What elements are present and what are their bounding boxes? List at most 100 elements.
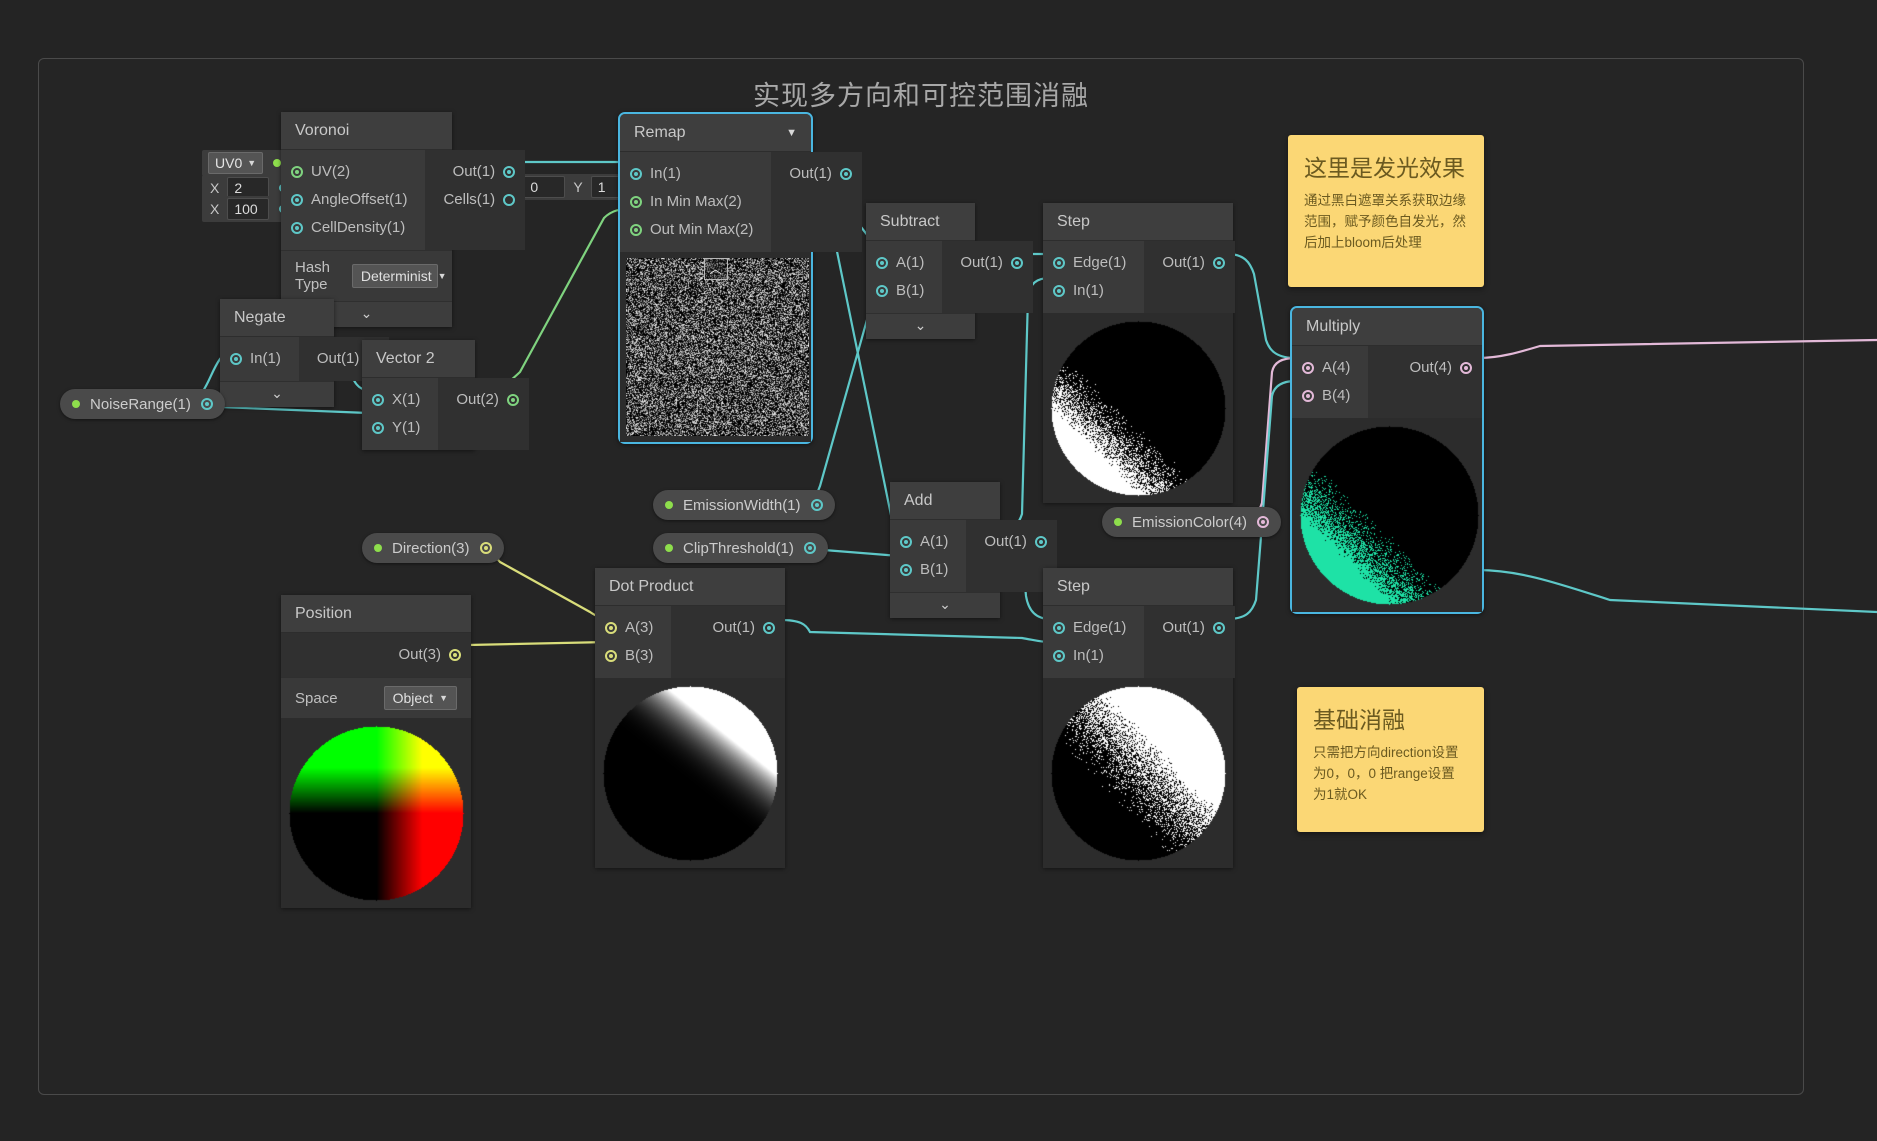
node-preview[interactable] — [1292, 418, 1482, 612]
property-output-dot[interactable] — [479, 542, 492, 554]
node-preview[interactable] — [1043, 313, 1233, 503]
input-port[interactable]: A(1) — [890, 528, 966, 556]
output-port[interactable]: Out(1) — [771, 160, 862, 188]
node-step-top[interactable]: Step Edge(1) In(1) Out(1) — [1043, 203, 1235, 503]
port-dot-icon[interactable] — [1053, 622, 1065, 634]
node-remap[interactable]: Remap ▼ In(1) In Min Max(2) Out Min Max(2) Ou… — [618, 112, 862, 444]
output-port[interactable]: Out(1) — [942, 249, 1033, 277]
port-dot-icon[interactable] — [503, 166, 516, 178]
node-subtract[interactable]: Subtract A(1) B(1) Out(1) ⌄ — [866, 203, 1033, 339]
graph-canvas[interactable]: 实现多方向和可控范围消融 UV0 ▼ X 2 X 100 0 Y 1 Voron… — [0, 0, 1877, 1141]
uv0-enum[interactable]: UV0 ▼ — [208, 152, 264, 174]
node-multiply[interactable]: Multiply A(4) B(4) Out(4) — [1290, 306, 1484, 614]
port-dot-icon[interactable] — [291, 222, 303, 234]
node-position[interactable]: Position Out(3) Space Object ▼ — [281, 595, 471, 908]
input-port[interactable]: CellDensity(1) — [281, 214, 425, 242]
input-port[interactable]: A(3) — [595, 614, 671, 642]
port-dot-icon[interactable] — [1034, 536, 1047, 548]
input-port[interactable]: In(1) — [220, 345, 299, 373]
property-direction-property[interactable]: Direction(3) — [362, 533, 504, 563]
port-dot-icon[interactable] — [1302, 390, 1314, 402]
input-port[interactable]: B(3) — [595, 642, 671, 670]
port-dot-icon[interactable] — [1302, 362, 1314, 374]
port-dot-icon[interactable] — [372, 394, 384, 406]
setting-dropdown[interactable]: Object ▼ — [383, 686, 457, 710]
input-port[interactable]: AngleOffset(1) — [281, 186, 425, 214]
output-port[interactable]: Out(1) — [1144, 614, 1235, 642]
output-port[interactable]: Out(1) — [966, 528, 1057, 556]
output-port[interactable]: Out(1) — [425, 158, 525, 186]
port-dot-icon[interactable] — [605, 650, 617, 662]
chevron-down-icon[interactable]: ▼ — [786, 114, 797, 152]
input-port[interactable]: B(1) — [890, 556, 966, 584]
port-dot-icon[interactable] — [876, 285, 888, 297]
inminmax-x-value[interactable]: 0 — [523, 176, 566, 198]
property-clipthreshold-property[interactable]: ClipThreshold(1) — [653, 533, 828, 563]
input-port[interactable]: In(1) — [1043, 277, 1144, 305]
input-port[interactable]: Edge(1) — [1043, 614, 1144, 642]
port-dot-icon[interactable] — [503, 194, 516, 206]
celldensity-input-widget[interactable]: X 100 — [202, 196, 294, 222]
node-expand-toggle[interactable]: ⌄ — [220, 381, 334, 407]
node-preview[interactable] — [595, 678, 785, 868]
node-preview[interactable]: ︿ — [620, 252, 811, 442]
port-dot-icon[interactable] — [372, 422, 384, 434]
output-port[interactable]: Out(2) — [438, 386, 529, 414]
port-dot-icon[interactable] — [839, 168, 852, 180]
port-dot-icon[interactable] — [1053, 650, 1065, 662]
uv0-output-dot[interactable] — [273, 159, 282, 167]
input-port[interactable]: In(1) — [1043, 642, 1144, 670]
port-dot-icon[interactable] — [230, 353, 242, 365]
node-setting-row[interactable]: Space Object ▼ — [281, 677, 471, 718]
node-voronoi[interactable]: Voronoi UV(2) AngleOffset(1) CellDensity(1)… — [281, 112, 526, 327]
property-output-dot[interactable] — [810, 499, 823, 511]
property-output-dot[interactable] — [200, 398, 213, 410]
port-dot-icon[interactable] — [630, 196, 642, 208]
uv0-dropdown-widget[interactable]: UV0 ▼ — [202, 150, 288, 176]
port-dot-icon[interactable] — [1010, 257, 1023, 269]
property-output-dot[interactable] — [803, 542, 816, 554]
property-output-dot[interactable] — [1257, 516, 1270, 528]
node-add[interactable]: Add A(1) B(1) Out(1) ⌄ — [890, 482, 1057, 618]
input-port[interactable]: Out Min Max(2) — [620, 216, 771, 244]
celldensity-value[interactable]: 100 — [227, 198, 270, 220]
port-dot-icon[interactable] — [1460, 362, 1472, 374]
port-dot-icon[interactable] — [763, 622, 775, 634]
output-port[interactable]: Cells(1) — [425, 186, 525, 214]
sticky-note-basic[interactable]: 基础消融 只需把方向direction设置为0，0，0 把range设置为1就OK — [1297, 687, 1484, 832]
port-dot-icon[interactable] — [630, 168, 642, 180]
node-setting-row[interactable]: Hash Type Determinist ▼ — [281, 250, 452, 301]
node-expand-toggle[interactable]: ⌄ — [890, 592, 1000, 618]
output-port[interactable]: Out(1) — [1144, 249, 1235, 277]
port-dot-icon[interactable] — [291, 194, 303, 206]
port-dot-icon[interactable] — [1053, 257, 1065, 269]
input-port[interactable]: A(4) — [1292, 354, 1368, 382]
port-dot-icon[interactable] — [900, 536, 912, 548]
port-dot-icon[interactable] — [291, 166, 303, 178]
port-dot-icon[interactable] — [1212, 622, 1225, 634]
node-preview[interactable] — [1043, 678, 1233, 868]
sticky-note-emission[interactable]: 这里是发光效果 通过黑白遮罩关系获取边缘范围，赋予颜色自发光，然后加上bloom后… — [1288, 135, 1484, 287]
input-port[interactable]: B(4) — [1292, 382, 1368, 410]
property-noiserange-property[interactable]: NoiseRange(1) — [60, 389, 225, 419]
node-dot-product[interactable]: Dot Product A(3) B(3) Out(1) — [595, 568, 785, 868]
collapse-preview-button[interactable]: ︿ — [703, 258, 728, 280]
input-port[interactable]: A(1) — [866, 249, 942, 277]
input-port[interactable]: B(1) — [866, 277, 942, 305]
node-vector2[interactable]: Vector 2 X(1) Y(1) Out(2) — [362, 340, 529, 450]
setting-dropdown[interactable]: Determinist ▼ — [351, 264, 447, 288]
input-port[interactable]: In(1) — [620, 160, 771, 188]
port-dot-icon[interactable] — [506, 394, 519, 406]
port-dot-icon[interactable] — [1212, 257, 1225, 269]
port-dot-icon[interactable] — [449, 649, 461, 661]
port-dot-icon[interactable] — [900, 564, 912, 576]
port-dot-icon[interactable] — [1053, 285, 1065, 297]
port-dot-icon[interactable] — [605, 622, 617, 634]
input-port[interactable]: UV(2) — [281, 158, 425, 186]
output-port[interactable]: Out(3) — [281, 641, 471, 669]
input-port[interactable]: X(1) — [362, 386, 438, 414]
port-dot-icon[interactable] — [630, 224, 642, 236]
node-preview[interactable] — [281, 718, 471, 908]
input-port[interactable]: Y(1) — [362, 414, 438, 442]
node-expand-toggle[interactable]: ⌄ — [866, 313, 975, 339]
